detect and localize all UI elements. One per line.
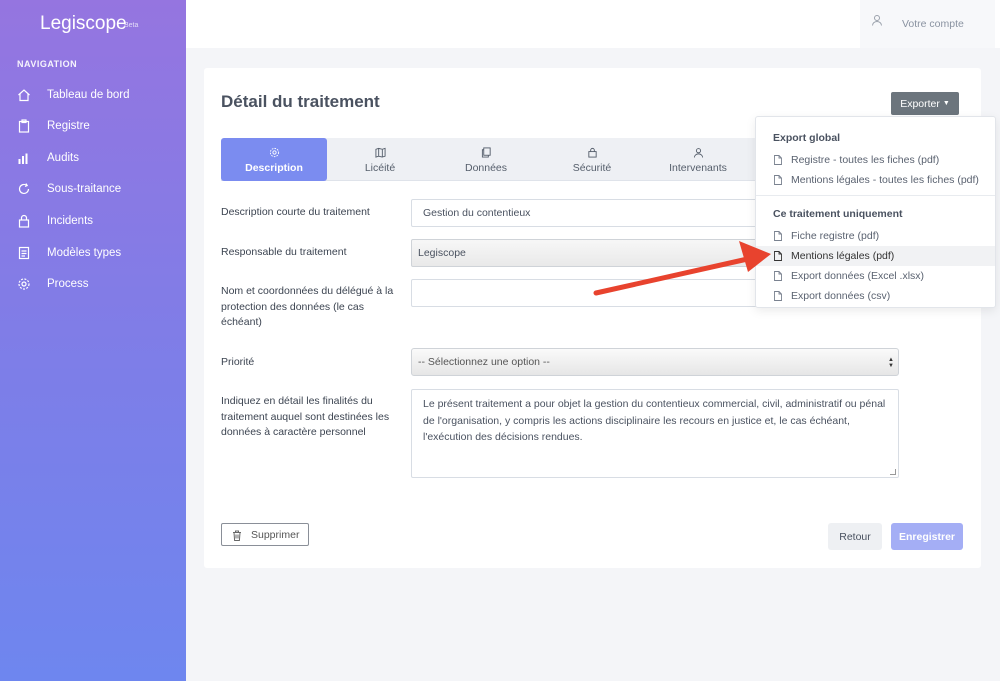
finalites-label: Indiquez en détail les finalités du trai…	[221, 395, 390, 438]
dropdown-item-label: Mentions légales (pdf)	[791, 250, 895, 262]
save-button[interactable]: Enregistrer	[891, 523, 963, 550]
priority-selected-value: -- Sélectionnez une option --	[418, 356, 550, 368]
responsable-label: Responsable du traitement	[221, 246, 347, 258]
file-pdf-icon	[774, 175, 782, 185]
tab-liceite[interactable]: Licéité	[327, 138, 433, 181]
file-pdf-icon	[774, 231, 782, 241]
bar-chart-icon	[18, 153, 28, 164]
select-arrows-icon: ▲ ▼	[888, 357, 894, 369]
tab-label: Données	[464, 162, 508, 174]
caret-down-icon: ▼	[942, 100, 950, 107]
priority-label: Priorité	[221, 356, 255, 368]
sidebar-item-label: Incidents	[47, 215, 94, 227]
sidebar-item-label: Registre	[47, 120, 90, 132]
dropdown-item-label: Registre - toutes les fiches (pdf)	[791, 154, 940, 166]
gear-icon	[18, 278, 30, 290]
export-registre-all-pdf[interactable]: Registre - toutes les fiches (pdf)	[756, 150, 995, 170]
map-icon	[375, 147, 386, 158]
sidebar: Legiscope Beta NAVIGATION Tableau de bor…	[0, 0, 186, 681]
trash-icon	[233, 530, 241, 541]
sidebar-item-label: Sous-traitance	[47, 183, 122, 195]
finalites-text: Le présent traitement a pour objet la ge…	[423, 398, 886, 443]
sidebar-item-label: Audits	[47, 152, 79, 164]
sidebar-item-incidents[interactable]: Incidents	[0, 206, 186, 236]
finalites-textarea[interactable]: Le présent traitement a pour objet la ge…	[411, 389, 899, 478]
export-button[interactable]: Exporter ▼	[891, 92, 959, 115]
sidebar-item-process[interactable]: Process	[0, 269, 186, 299]
nav-title: NAVIGATION	[17, 59, 78, 69]
tab-label: Description	[245, 162, 303, 174]
export-button-label: Exporter	[900, 97, 940, 110]
dropdown-divider	[756, 195, 995, 196]
description-label: Description courte du traitement	[221, 206, 370, 218]
export-dropdown-menu: Export global Registre - toutes les fich…	[755, 116, 996, 308]
lock-icon	[18, 214, 30, 228]
document-icon	[18, 246, 30, 260]
lock-icon	[588, 147, 597, 158]
export-mentions-all-pdf[interactable]: Mentions légales - toutes les fiches (pd…	[756, 170, 995, 190]
tab-intervenants[interactable]: Intervenants	[645, 138, 751, 181]
export-fiche-registre-pdf[interactable]: Fiche registre (pdf)	[756, 226, 995, 246]
sidebar-item-modeles-types[interactable]: Modèles types	[0, 238, 186, 268]
app-logo[interactable]: Legiscope	[40, 13, 127, 35]
dropdown-item-label: Export données (Excel .xlsx)	[791, 270, 925, 282]
beta-badge: Beta	[124, 22, 139, 29]
sidebar-item-sous-traitance[interactable]: Sous-traitance	[0, 174, 186, 204]
export-donnees-xlsx[interactable]: Export données (Excel .xlsx)	[756, 266, 995, 286]
sidebar-item-label: Modèles types	[47, 247, 122, 259]
home-icon	[18, 89, 30, 102]
dropdown-item-label: Mentions légales - toutes les fiches (pd…	[791, 174, 979, 186]
dropdown-header-global: Export global	[773, 132, 841, 144]
priority-select[interactable]: -- Sélectionnez une option -- ▲ ▼	[411, 348, 899, 376]
refresh-icon	[18, 183, 30, 195]
delete-button[interactable]: Supprimer	[221, 523, 309, 546]
dropdown-item-label: Fiche registre (pdf)	[791, 230, 880, 242]
sidebar-item-tableau-de-bord[interactable]: Tableau de bord	[0, 80, 186, 110]
export-donnees-csv[interactable]: Export données (csv)	[756, 286, 995, 306]
tab-bar: Description Licéité Données Sécurité Int…	[221, 138, 761, 181]
sidebar-item-label: Process	[47, 278, 89, 290]
resize-handle-icon[interactable]	[890, 469, 896, 475]
clipboard-icon	[18, 119, 30, 133]
gear-icon	[269, 147, 280, 158]
dropdown-item-label: Export données (csv)	[791, 290, 891, 302]
tab-description[interactable]: Description	[221, 138, 327, 181]
page-title: Détail du traitement	[221, 92, 380, 111]
sidebar-item-registre[interactable]: Registre	[0, 111, 186, 141]
delete-button-label: Supprimer	[251, 529, 300, 541]
tab-label: Sécurité	[572, 162, 612, 174]
account-label: Votre compte	[902, 18, 964, 30]
sidebar-item-label: Tableau de bord	[47, 89, 130, 101]
tab-label: Licéité	[364, 162, 396, 174]
back-button[interactable]: Retour	[828, 523, 882, 550]
user-icon	[872, 15, 882, 26]
tab-label: Intervenants	[669, 162, 727, 174]
sidebar-item-audits[interactable]: Audits	[0, 143, 186, 173]
file-excel-icon	[774, 271, 782, 281]
file-csv-icon	[774, 291, 782, 301]
file-pdf-icon	[774, 251, 782, 261]
files-icon	[481, 147, 491, 158]
tab-securite[interactable]: Sécurité	[539, 138, 645, 181]
export-mentions-legales-pdf[interactable]: Mentions légales (pdf)	[756, 246, 995, 266]
user-icon	[693, 148, 704, 158]
tab-donnees[interactable]: Données	[433, 138, 539, 181]
dpo-label: Nom et coordonnées du délégué à la prote…	[221, 285, 394, 328]
file-pdf-icon	[774, 155, 782, 165]
account-menu[interactable]: Votre compte	[860, 0, 995, 48]
dropdown-header-single: Ce traitement uniquement	[773, 208, 903, 220]
